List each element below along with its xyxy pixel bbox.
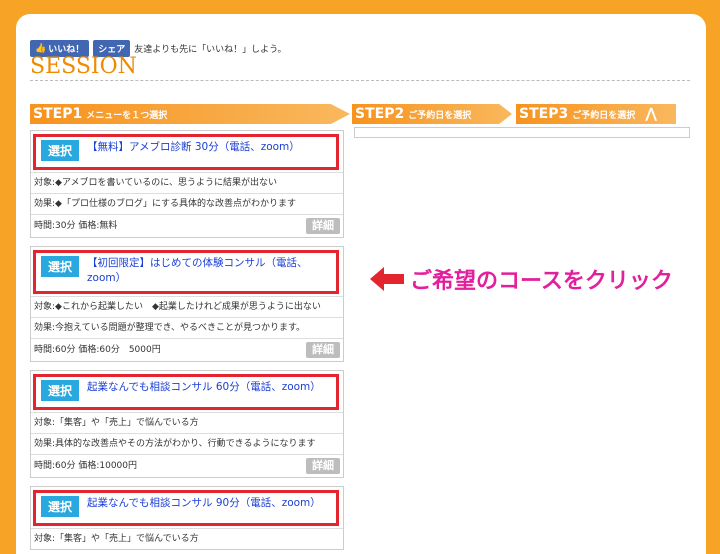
course-meta: 時間:30分 価格:無料 (34, 221, 118, 231)
course-meta-row: 時間:30分 価格:無料 詳細 (31, 214, 343, 237)
course-item: 選択 起業なんでも相談コンサル 90分（電話、zoom） 対象:「集客」や「売上… (30, 486, 344, 550)
instruction-callout: ご希望のコースをクリック (370, 263, 673, 295)
up-arrow-icon: ⋀ (645, 106, 658, 122)
course-meta: 時間:60分 価格:60分 5000円 (34, 345, 161, 355)
social-text: 友達よりも先に「いいね！」しよう。 (134, 45, 287, 55)
calendar-panel (354, 127, 690, 138)
course-header[interactable]: 選択 起業なんでも相談コンサル 90分（電話、zoom） (33, 490, 339, 526)
page-title: SESSION (30, 54, 137, 79)
course-name-link[interactable]: 起業なんでも相談コンサル 90分（電話、zoom） (87, 496, 321, 511)
title-divider (30, 80, 690, 81)
course-meta-row: 時間:60分 価格:60分 5000円 詳細 (31, 338, 343, 361)
select-button[interactable]: 選択 (41, 380, 80, 401)
select-button[interactable]: 選択 (41, 140, 80, 161)
step-indicator: STEP1 メニューを１つ選択 STEP2 ご予約日を選択 STEP3 ご予約日… (30, 104, 690, 124)
course-name-link[interactable]: 【無料】アメブロ診断 30分（電話、zoom） (87, 140, 300, 155)
course-item: 選択 【初回限定】はじめての体験コンサル（電話、zoom） 対象:◆これから起業… (30, 246, 344, 362)
detail-button[interactable]: 詳細 (306, 458, 340, 474)
step-1: STEP1 メニューを１つ選択 (30, 104, 350, 124)
course-target: 対象:「集客」や「売上」で悩んでいる方 (31, 412, 343, 433)
course-header[interactable]: 選択 【初回限定】はじめての体験コンサル（電話、zoom） (33, 250, 339, 294)
course-list: 選択 【無料】アメブロ診断 30分（電話、zoom） 対象:◆アメブロを書いてい… (30, 130, 344, 554)
session-page: 👍 いいね！ シェア 友達よりも先に「いいね！」しよう。 SESSION STE… (16, 14, 706, 554)
course-target: 対象:◆アメブロを書いているのに、思うように結果が出ない (31, 172, 343, 193)
detail-button[interactable]: 詳細 (306, 218, 340, 234)
callout-text: ご希望のコースをクリック (410, 269, 673, 294)
step-2: STEP2 ご予約日を選択 (352, 104, 512, 124)
course-effect: 効果:今抱えている問題が整理でき、やるべきことが見つかります。 (31, 317, 343, 338)
course-target: 対象:「集客」や「売上」で悩んでいる方 (31, 528, 343, 549)
step-3: STEP3 ご予約日を選択 ⋀ (516, 104, 676, 124)
course-meta-row: 時間:60分 価格:10000円 詳細 (31, 454, 343, 477)
course-effect: 効果:具体的な改善点やその方法がわかり、行動できるようになります (31, 433, 343, 454)
course-name-link[interactable]: 起業なんでも相談コンサル 60分（電話、zoom） (87, 380, 321, 395)
course-meta: 時間:60分 価格:10000円 (34, 461, 138, 471)
course-item: 選択 起業なんでも相談コンサル 60分（電話、zoom） 対象:「集客」や「売上… (30, 370, 344, 478)
thumbs-up-icon: 👍 (35, 43, 47, 54)
select-button[interactable]: 選択 (41, 256, 80, 277)
course-name-link[interactable]: 【初回限定】はじめての体験コンサル（電話、zoom） (87, 256, 331, 286)
course-target: 対象:◆これから起業したい ◆起業したけれど成果が思うように出ない (31, 296, 343, 317)
select-button[interactable]: 選択 (41, 496, 80, 517)
course-header[interactable]: 選択 【無料】アメブロ診断 30分（電話、zoom） (33, 134, 339, 170)
detail-button[interactable]: 詳細 (306, 342, 340, 358)
course-effect: 効果:◆「プロ仕様のブログ」にする具体的な改善点がわかります (31, 193, 343, 214)
left-arrow-icon (370, 267, 404, 291)
course-item: 選択 【無料】アメブロ診断 30分（電話、zoom） 対象:◆アメブロを書いてい… (30, 130, 344, 238)
course-header[interactable]: 選択 起業なんでも相談コンサル 60分（電話、zoom） (33, 374, 339, 410)
